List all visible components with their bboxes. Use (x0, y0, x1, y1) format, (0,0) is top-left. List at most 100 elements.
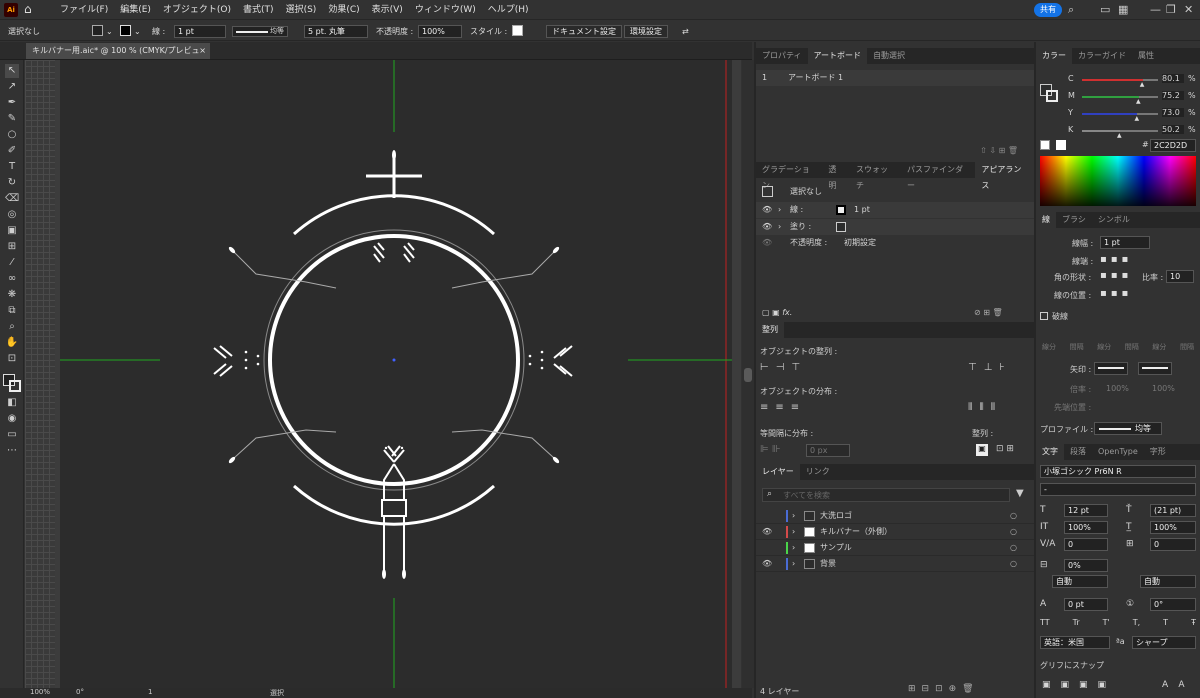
horizontal-scale-field[interactable]: 100% (1150, 521, 1196, 534)
layers-search[interactable]: ⌕ すべてを検索 (762, 488, 1010, 502)
tab-auto-select[interactable]: 自動選択 (867, 48, 911, 64)
menu-view[interactable]: 表示(V) (366, 0, 409, 20)
direct-selection-tool-icon[interactable]: ↗ (5, 80, 19, 94)
channel-value[interactable]: 75.2 (1162, 91, 1184, 100)
corner-buttons-icon[interactable]: ▪▪▪ (1100, 270, 1132, 281)
color-stroke-icon[interactable] (1046, 90, 1058, 102)
tab-paragraph[interactable]: 段落 (1064, 444, 1092, 460)
channel-value[interactable]: 73.0 (1162, 108, 1184, 117)
stroke-color-swatch[interactable] (836, 205, 846, 215)
align-left-icons[interactable]: ⊢⊣⊤ (760, 362, 807, 373)
eyedropper-tool-icon[interactable]: ⁄ (5, 256, 19, 270)
clear-appearance-icon[interactable]: ⊘ ⊞ 🗑 (974, 308, 1003, 317)
chevron-right-icon[interactable]: › (792, 508, 795, 524)
close-tab-icon[interactable]: × (199, 43, 206, 59)
stroke-profile-select[interactable]: 均等 (232, 26, 288, 37)
visibility-icon[interactable]: 👁 (762, 556, 772, 572)
tab-align[interactable]: 整列 (756, 322, 784, 338)
leading-field[interactable]: (21 pt) (1150, 504, 1196, 517)
menu-edit[interactable]: 編集(E) (114, 0, 157, 20)
profile-select[interactable]: 均等 (1094, 422, 1162, 435)
target-icon[interactable]: ○ (1010, 524, 1017, 540)
new-fill-icon[interactable]: ▣ (772, 308, 780, 317)
tab-appearance[interactable]: アピアランス (975, 162, 1034, 190)
tab-transparency[interactable]: 透明 (822, 162, 850, 190)
tab-gradient[interactable]: グラデーション (756, 162, 822, 190)
aki-right-select[interactable]: 自動 (1140, 575, 1196, 588)
artboard-name[interactable]: アートボード 1 (788, 70, 843, 86)
color-spectrum[interactable] (1040, 156, 1196, 206)
layer-row[interactable]: 👁 › 背景 ○ (756, 556, 1034, 572)
artboard[interactable] (55, 60, 732, 688)
appearance-fill-row[interactable]: 👁 › 塗り : (756, 219, 1034, 235)
artboard-footer-icons[interactable]: ⇧ ⇩ ⊞ 🗑 (756, 146, 1034, 160)
chevron-right-icon[interactable]: › (792, 556, 795, 572)
paintbrush-tool-icon[interactable]: ✐ (5, 144, 19, 158)
home-icon[interactable]: ⌂ (24, 2, 32, 16)
opacity-field[interactable]: 100% (418, 25, 462, 38)
gradient-tool-icon[interactable]: ▣ (5, 224, 19, 238)
tab-properties[interactable]: プロパティ (756, 48, 808, 64)
font-family-select[interactable]: 小塚ゴシック Pr6N R (1040, 465, 1196, 478)
opacity-row-value[interactable]: 初期設定 (844, 235, 876, 251)
channel-value[interactable]: 80.1 (1162, 74, 1184, 83)
symbol-sprayer-tool-icon[interactable]: ❋ (5, 288, 19, 302)
align-right-icons[interactable]: ⊤⊥⊦ (968, 362, 1012, 373)
screen-mode-icon[interactable]: ⊡ (5, 352, 19, 366)
menu-object[interactable]: オブジェクト(O) (157, 0, 237, 20)
small-caps-button[interactable]: Tr (1073, 618, 1080, 627)
search-icon[interactable]: ⌕ (1068, 3, 1074, 17)
baseline-shift-field[interactable]: 0 pt (1064, 598, 1108, 611)
ellipse-tool-icon[interactable]: ○ (5, 128, 19, 142)
document-setup-button[interactable]: ドキュメント設定 (546, 25, 622, 38)
menu-help[interactable]: ヘルプ(H) (482, 0, 535, 20)
style-swatch[interactable] (512, 25, 523, 36)
channel-value[interactable]: 50.2 (1162, 125, 1184, 134)
type-tool-icon[interactable]: T (5, 160, 19, 174)
tab-attributes[interactable]: 属性 (1132, 48, 1160, 64)
filter-icon[interactable]: ▼ (1016, 488, 1024, 499)
chevron-down-icon[interactable]: ⌄ (106, 25, 113, 38)
tab-stroke[interactable]: 線 (1036, 212, 1056, 228)
menu-effect[interactable]: 効果(C) (322, 0, 365, 20)
share-button[interactable]: 共有 (1034, 3, 1062, 17)
layer-row[interactable]: 👁 › キルバナー（外側） ○ (756, 524, 1034, 540)
slider-knob-icon[interactable]: ▲ (1140, 81, 1145, 88)
artboard-row[interactable]: 1 アートボード 1 (756, 70, 1034, 86)
channel-slider[interactable]: ▲ (1082, 113, 1158, 122)
zoom-level[interactable]: 100% (30, 688, 50, 696)
curvature-tool-icon[interactable]: ✎ (5, 112, 19, 126)
tab-character[interactable]: 文字 (1036, 444, 1064, 460)
underline-button[interactable]: T (1163, 618, 1168, 627)
tab-opentype[interactable]: OpenType (1092, 444, 1144, 460)
superscript-button[interactable]: T' (1103, 618, 1110, 627)
document-tab[interactable]: キルバナー用.aic* @ 100 % (CMYK/プレビュー) × (26, 43, 210, 71)
font-style-select[interactable]: - (1040, 483, 1196, 496)
arrange-documents-icon[interactable]: ▭ (1100, 3, 1110, 16)
menu-type[interactable]: 書式(T) (237, 0, 280, 20)
channel-slider[interactable]: ▲ (1082, 79, 1158, 88)
arrow-end-select[interactable] (1138, 362, 1172, 375)
stroke-swatch[interactable] (120, 25, 131, 36)
minimize-icon[interactable]: — (1150, 3, 1161, 16)
artboard-navigator[interactable]: 1 (148, 688, 152, 696)
aki-left-select[interactable]: 自動 (1052, 575, 1108, 588)
align-to-selection-icon[interactable]: ▣ (976, 444, 988, 456)
ratio-field[interactable]: 10 (1166, 270, 1194, 283)
new-stroke-icon[interactable]: ▢ (762, 308, 770, 317)
channel-slider[interactable]: ▲ (1082, 130, 1158, 139)
stroke-weight-field[interactable]: 1 pt (174, 25, 226, 38)
channel-slider[interactable]: ▲ (1082, 96, 1158, 105)
workspace-icon[interactable]: ▦ (1118, 3, 1128, 16)
layer-name[interactable]: 背景 (820, 556, 836, 572)
rotate-tool-icon[interactable]: ↻ (5, 176, 19, 190)
subscript-button[interactable]: T, (1133, 618, 1140, 627)
stroke-color-icon[interactable] (9, 380, 21, 392)
tab-swatches[interactable]: スウォッチ (850, 162, 901, 190)
preferences-button[interactable]: 環境設定 (624, 25, 668, 38)
vertical-scale-field[interactable]: 100% (1064, 521, 1108, 534)
align-to-artboard-icon[interactable]: ⊡ ⊞ (996, 444, 1014, 454)
antialias-select[interactable]: シャープ (1132, 636, 1196, 649)
slider-knob-icon[interactable]: ▲ (1136, 98, 1141, 105)
layer-name[interactable]: サンプル (820, 540, 852, 556)
